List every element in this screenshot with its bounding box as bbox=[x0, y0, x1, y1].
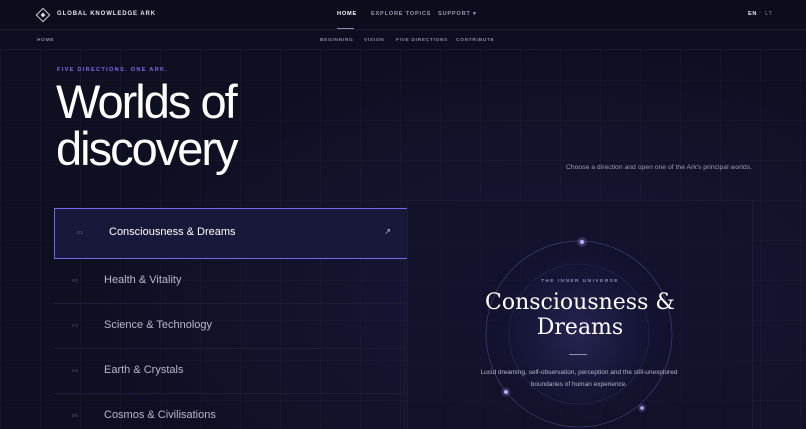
direction-item-consciousness[interactable]: 01 Consciousness & Dreams ↗ bbox=[54, 208, 408, 259]
direction-item-cosmos[interactable]: 05 Cosmos & Civilisations bbox=[54, 394, 407, 429]
language-en[interactable]: EN bbox=[748, 11, 757, 17]
feature-eyebrow: THE INNER UNIVERSE bbox=[541, 279, 619, 284]
active-nav-underline bbox=[337, 28, 354, 29]
hero-title-line-1: Worlds of bbox=[56, 75, 238, 128]
feature-title: Consciousness & Dreams bbox=[407, 290, 753, 340]
feature-title-line-2: Dreams bbox=[536, 315, 624, 340]
nav-support-dropdown[interactable]: SUPPORT ▾ bbox=[438, 11, 477, 17]
hero-title-line-2: discovery bbox=[56, 122, 239, 175]
breadcrumb-home[interactable]: HOME bbox=[37, 38, 54, 43]
nav-explore-topics[interactable]: EXPLORE TOPICS bbox=[371, 11, 431, 17]
direction-label: Health & Vitality bbox=[104, 274, 182, 286]
direction-item-earth[interactable]: 04 Earth & Crystals bbox=[54, 349, 407, 394]
direction-item-health[interactable]: 02 Health & Vitality bbox=[54, 259, 407, 304]
direction-label: Cosmos & Civilisations bbox=[104, 409, 216, 421]
direction-label: Science & Technology bbox=[104, 319, 213, 331]
language-separator: / bbox=[759, 11, 761, 17]
section-subnav: HOME BEGINNING VISION FIVE DIRECTIONS CO… bbox=[0, 30, 806, 50]
subnav-beginning[interactable]: BEGINNING bbox=[320, 38, 353, 43]
main-nav: HOME EXPLORE TOPICS SUPPORT ▾ bbox=[0, 11, 806, 21]
language-lt[interactable]: LT bbox=[765, 11, 773, 17]
direction-item-science[interactable]: 03 Science & Technology bbox=[54, 304, 407, 349]
orbit-dot-right-halo bbox=[638, 404, 646, 412]
list-divider bbox=[404, 259, 405, 429]
nav-home[interactable]: HOME bbox=[337, 11, 357, 17]
direction-number: 02 bbox=[72, 279, 79, 284]
direction-number: 04 bbox=[72, 369, 79, 374]
feature-description: Lucid dreaming, self-observation, percep… bbox=[480, 369, 678, 388]
subnav-vision[interactable]: VISION bbox=[364, 38, 384, 43]
direction-label: Earth & Crystals bbox=[104, 364, 184, 376]
top-navigation: GLOBAL KNOWLEDGE ARK HOME EXPLORE TOPICS… bbox=[0, 0, 806, 30]
direction-number: 03 bbox=[72, 324, 79, 329]
hero-title: Worlds of discovery bbox=[56, 78, 316, 172]
subnav-contribute[interactable]: CONTRIBUTE bbox=[456, 38, 494, 43]
orbit-dot-top-halo bbox=[577, 237, 587, 247]
arrow-up-right-icon: ↗ bbox=[384, 227, 391, 236]
subnav-five-directions[interactable]: FIVE DIRECTIONS bbox=[396, 38, 448, 43]
direction-number: 01 bbox=[77, 231, 84, 236]
directions-list: 01 Consciousness & Dreams ↗ 02 Health & … bbox=[54, 208, 408, 429]
hero-subtitle: Choose a direction and open one of the A… bbox=[565, 164, 752, 171]
direction-number: 05 bbox=[72, 414, 79, 419]
page: GLOBAL KNOWLEDGE ARK HOME EXPLORE TOPICS… bbox=[0, 0, 806, 429]
feature-divider bbox=[569, 354, 587, 355]
hero-eyebrow: FIVE DIRECTIONS. ONE ARK. bbox=[57, 67, 169, 73]
feature-title-line-1: Consciousness & bbox=[485, 290, 675, 315]
direction-label: Consciousness & Dreams bbox=[109, 226, 236, 238]
